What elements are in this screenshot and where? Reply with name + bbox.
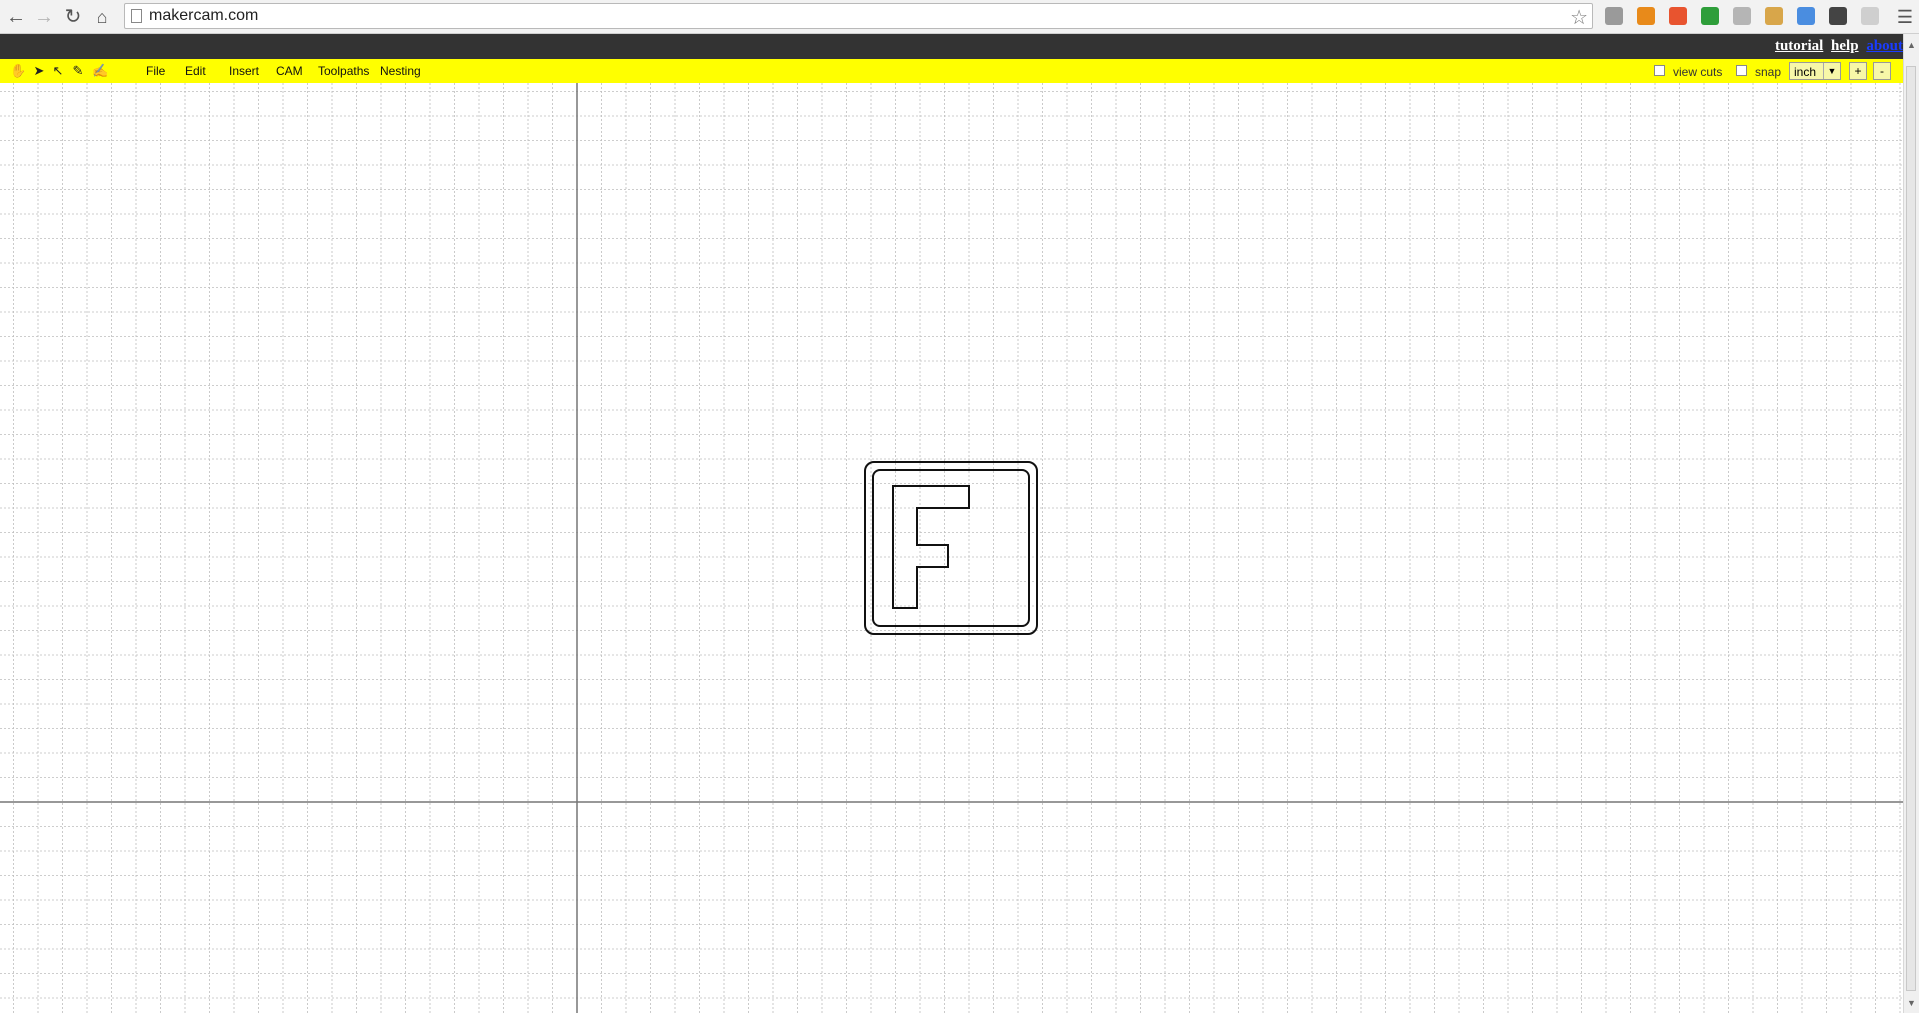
letter-f-outline[interactable] — [892, 485, 970, 609]
pie-extension-icon[interactable] — [1797, 7, 1815, 25]
app-toolbar: ✋ ➤ ↖ ✎ ✍ File Edit Insert CAM Toolpaths… — [0, 59, 1903, 83]
point-tool-icon[interactable]: ✍ — [92, 63, 108, 79]
grid-lines — [0, 83, 1903, 1013]
view-cuts-checkbox[interactable] — [1654, 65, 1665, 76]
badge-extension-icon[interactable] — [1701, 7, 1719, 25]
chart-extension-icon[interactable] — [1637, 7, 1655, 25]
tutorial-link[interactable]: tutorial — [1775, 38, 1823, 54]
url-text[interactable]: makercam.com — [149, 7, 258, 25]
grid-extension-icon[interactable] — [1733, 7, 1751, 25]
scroll-down-icon[interactable]: ▼ — [1907, 998, 1916, 1008]
scroll-thumb[interactable] — [1906, 66, 1916, 991]
plus-extension-icon[interactable] — [1669, 7, 1687, 25]
header-links: tutorial help about — [1771, 34, 1903, 59]
cookie-extension-icon[interactable] — [1765, 7, 1783, 25]
hamburger-menu-icon[interactable]: ☰ — [1893, 5, 1917, 29]
terminal-extension-icon[interactable] — [1829, 7, 1847, 25]
menu-file[interactable]: File — [146, 64, 165, 78]
select-arrow-icon[interactable]: ➤ — [31, 63, 47, 79]
page-icon — [131, 9, 142, 23]
site-header-bar: tutorial help about — [0, 34, 1903, 59]
snap-label: snap — [1755, 65, 1782, 79]
chevron-down-icon[interactable]: ▼ — [1823, 63, 1840, 79]
inner-rounded-square[interactable] — [872, 469, 1030, 627]
snap-checkbox[interactable] — [1736, 65, 1747, 76]
help-link[interactable]: help — [1831, 38, 1859, 54]
unit-select[interactable]: inch ▼ — [1789, 62, 1841, 80]
view-cuts-label: view cuts — [1673, 65, 1723, 79]
forward-arrow-icon[interactable]: → — [32, 5, 56, 29]
zoom-in-button[interactable]: + — [1849, 62, 1867, 80]
folder-extension-icon[interactable] — [1861, 7, 1879, 25]
canvas-graphics[interactable] — [0, 83, 1903, 1013]
hourglass-extension-icon[interactable] — [1605, 7, 1623, 25]
node-select-icon[interactable]: ↖ — [50, 63, 66, 79]
f-shape-drawing[interactable] — [864, 461, 1038, 635]
about-link[interactable]: about — [1866, 38, 1903, 54]
menu-toolpaths[interactable]: Toolpaths — [318, 64, 369, 78]
vertical-scrollbar[interactable]: ▲ ▼ — [1903, 34, 1919, 1013]
reload-icon[interactable]: ↻ — [61, 5, 85, 29]
drawing-canvas[interactable] — [0, 83, 1903, 1013]
star-icon[interactable]: ☆ — [1570, 5, 1588, 30]
menu-edit[interactable]: Edit — [185, 64, 206, 78]
home-icon[interactable]: ⌂ — [90, 5, 114, 29]
menu-insert[interactable]: Insert — [229, 64, 259, 78]
zoom-out-button[interactable]: - — [1873, 62, 1891, 80]
pen-tool-icon[interactable]: ✎ — [70, 63, 86, 79]
browser-toolbar: ← → ↻ ⌂ makercam.com ☆ ☰ — [0, 0, 1919, 34]
back-arrow-icon[interactable]: ← — [4, 5, 28, 29]
menu-cam[interactable]: CAM — [276, 64, 303, 78]
scroll-up-icon[interactable]: ▲ — [1907, 40, 1916, 50]
hand-tool-icon[interactable]: ✋ — [10, 63, 26, 79]
menu-nesting[interactable]: Nesting — [380, 64, 421, 78]
address-bar[interactable]: makercam.com ☆ — [124, 3, 1593, 29]
outer-rounded-square[interactable] — [864, 461, 1038, 635]
unit-value: inch — [1794, 65, 1817, 79]
